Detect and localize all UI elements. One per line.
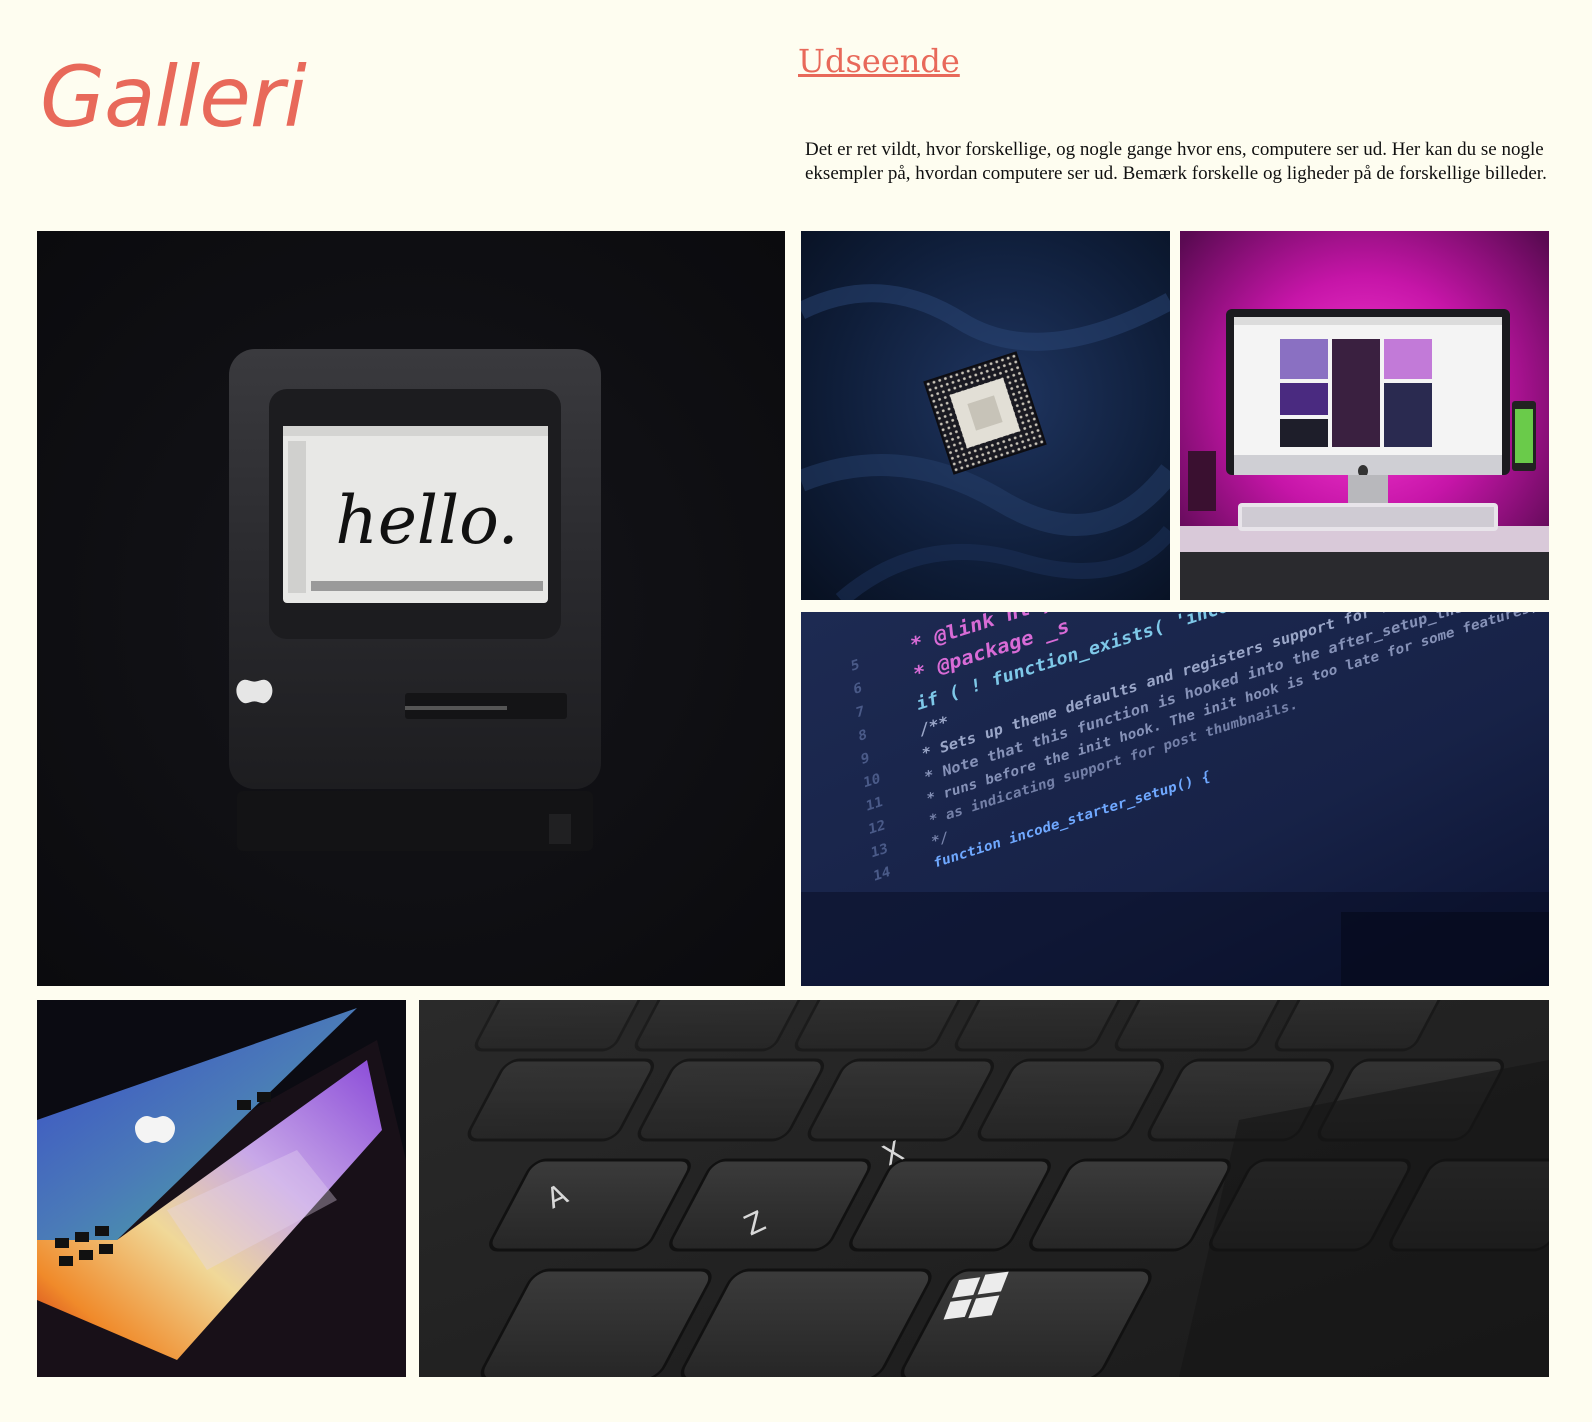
vintage-mac-illustration: hello. bbox=[37, 231, 785, 986]
line-number: 9 bbox=[860, 750, 870, 768]
gallery-image-vintage-mac[interactable]: hello. bbox=[37, 231, 785, 986]
gallery-image-imac-pink[interactable] bbox=[1180, 231, 1549, 600]
cpu-chip-illustration bbox=[801, 231, 1170, 600]
macbook-rainbow-illustration bbox=[37, 1000, 406, 1377]
line-number: 8 bbox=[858, 727, 868, 745]
page-title: Galleri bbox=[40, 48, 307, 146]
gallery-image-code-screen[interactable]: 5 6 7 8 9 10 11 12 13 14 * @link https:/… bbox=[801, 612, 1549, 986]
imac-pink-illustration bbox=[1180, 231, 1549, 600]
gallery-image-windows-keyboard[interactable]: A Z X bbox=[419, 1000, 1549, 1377]
gallery-image-macbook-rainbow[interactable] bbox=[37, 1000, 406, 1377]
apple-logo-icon bbox=[135, 1116, 175, 1143]
line-number: 6 bbox=[853, 680, 863, 698]
line-number: 7 bbox=[855, 703, 865, 721]
code-screen-illustration: 5 6 7 8 9 10 11 12 13 14 * @link https:/… bbox=[801, 612, 1549, 986]
line-number: 5 bbox=[850, 657, 860, 675]
gallery-image-cpu-chip[interactable] bbox=[801, 231, 1170, 600]
apple-logo-icon bbox=[236, 679, 273, 704]
intro-text: Det er ret vildt, hvor forskellige, og n… bbox=[805, 139, 1547, 184]
windows-keyboard-illustration: A Z X bbox=[419, 1000, 1549, 1377]
udseende-link[interactable]: Udseende bbox=[798, 42, 960, 80]
mac-screen-text: hello. bbox=[335, 482, 518, 559]
